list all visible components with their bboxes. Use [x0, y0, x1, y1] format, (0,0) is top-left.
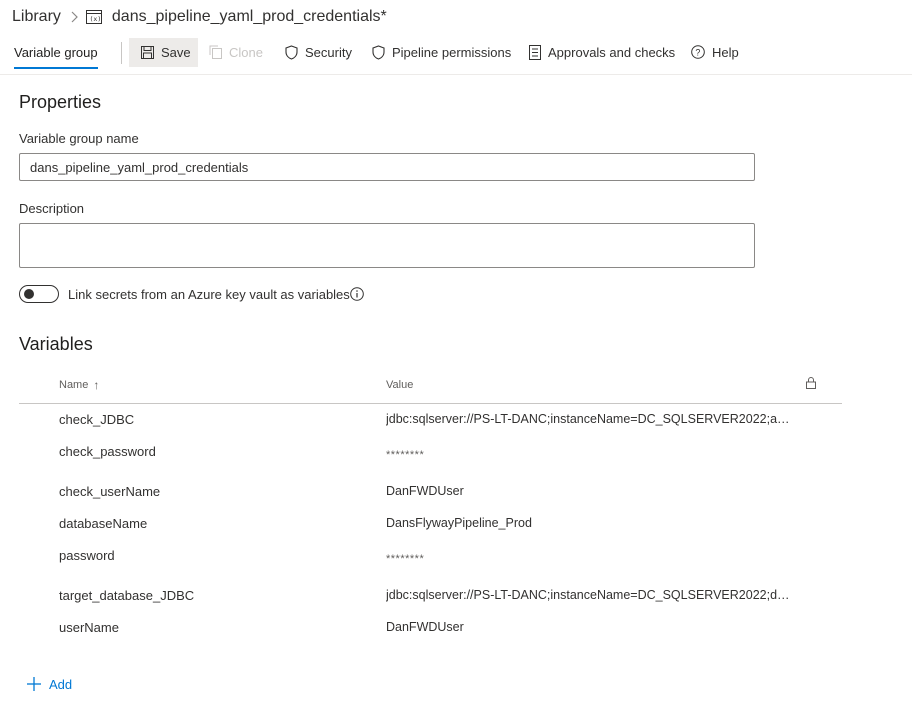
add-variable-button[interactable]: Add — [27, 675, 72, 693]
variable-name: check_JDBC — [59, 412, 135, 427]
lock-icon — [806, 377, 816, 389]
variable-group-name-label: Variable group name — [19, 131, 139, 146]
variable-name: target_database_JDBC — [59, 588, 195, 603]
variable-group-name-input[interactable]: dans_pipeline_yaml_prod_credentials — [19, 153, 755, 181]
clone-icon — [209, 45, 229, 59]
variable-name: databaseName — [59, 516, 148, 531]
security-button[interactable]: Security — [285, 38, 352, 66]
info-icon[interactable] — [350, 287, 364, 301]
variable-value: DanFWDUser — [386, 484, 464, 498]
help-icon: ? — [691, 45, 712, 59]
approvals-label: Approvals and checks — [548, 44, 676, 60]
pipeline-permissions-label: Pipeline permissions — [392, 44, 512, 60]
save-icon — [141, 46, 161, 59]
approvals-and-checks-button[interactable]: Approvals and checks — [529, 38, 675, 66]
tab-variable-group[interactable]: Variable group — [14, 38, 98, 66]
save-label: Save — [161, 45, 191, 60]
description-input[interactable] — [19, 223, 755, 268]
description-label: Description — [19, 201, 85, 216]
link-secrets-label: Link secrets from an Azure key vault as … — [68, 287, 350, 302]
variable-value: jdbc:sqlserver://PS-LT-DANC;instanceName… — [386, 588, 796, 602]
checklist-icon — [529, 44, 548, 60]
variable-name: userName — [59, 620, 119, 635]
variable-value-secret: ******** — [386, 553, 425, 565]
variable-value: DansFlywayPipeline_Prod — [386, 516, 532, 530]
plus-icon — [27, 677, 41, 691]
variable-value-secret: ******** — [386, 449, 425, 461]
clone-button[interactable]: Clone — [209, 38, 263, 66]
table-header-divider — [19, 403, 842, 404]
properties-title: Properties — [19, 92, 102, 112]
help-button[interactable]: ? Help — [691, 38, 739, 66]
variable-value: jdbc:sqlserver://PS-LT-DANC;instanceName… — [386, 412, 796, 426]
page-title: dans_pipeline_yaml_prod_credentials* — [111, 8, 387, 25]
variable-name: password — [59, 548, 115, 563]
tab-variable-group-label: Variable group — [14, 44, 98, 60]
column-header-name[interactable]: Name ↑ — [59, 378, 99, 392]
variable-group-icon: (x) — [85, 10, 102, 24]
chevron-right-icon — [70, 11, 78, 23]
shield-icon — [285, 44, 305, 60]
clone-label: Clone — [229, 44, 263, 60]
breadcrumb-library-link[interactable]: Library — [12, 8, 61, 26]
toggle-knob — [24, 289, 34, 299]
column-name-label: Name — [59, 379, 89, 391]
variable-value: DanFWDUser — [386, 620, 464, 634]
security-label: Security — [305, 44, 352, 60]
variable-name: check_password — [59, 444, 156, 459]
variables-title: Variables — [19, 334, 93, 354]
sort-ascending-icon: ↑ — [93, 378, 100, 392]
column-header-value: Value — [386, 379, 414, 391]
breadcrumb: Library (x) dans_pipeline_yaml_prod_cred… — [12, 6, 387, 28]
save-button[interactable]: Save — [129, 38, 198, 67]
variable-name: check_userName — [59, 484, 161, 499]
pipeline-permissions-button[interactable]: Pipeline permissions — [372, 38, 511, 66]
header-divider — [0, 74, 912, 75]
tab-underline — [14, 67, 98, 69]
toolbar-divider — [121, 42, 122, 64]
link-secrets-toggle[interactable] — [19, 285, 59, 303]
help-label: Help — [712, 44, 739, 60]
add-label: Add — [49, 676, 73, 692]
svg-text:?: ? — [695, 48, 700, 58]
svg-text:(x): (x) — [89, 15, 101, 23]
shield-icon — [372, 44, 392, 60]
